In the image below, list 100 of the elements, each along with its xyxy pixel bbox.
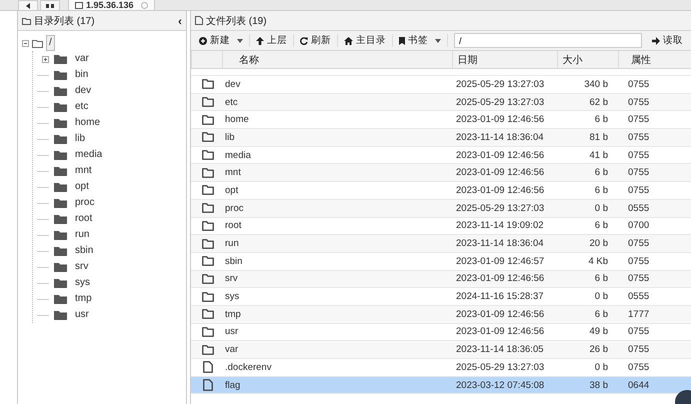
tree-item[interactable]: run	[72, 227, 92, 243]
date-cell-text: 2025-05-29 13:27:03	[455, 78, 546, 90]
date-cell-text: 2025-05-29 13:27:03	[455, 96, 546, 108]
tree-item[interactable]: opt	[72, 179, 92, 195]
permissions-cell-text: 0755	[627, 78, 650, 90]
tree-item[interactable]: sbin	[72, 243, 96, 259]
collapse-button[interactable]: ‹	[178, 14, 182, 26]
caret-icon	[435, 38, 441, 42]
column-header[interactable]: 名称	[222, 51, 452, 68]
permissions-cell-text: 0700	[627, 220, 650, 232]
read-button[interactable]: 读取	[646, 32, 689, 49]
date-cell-text: 2023-01-09 12:46:56	[455, 308, 546, 320]
file-row[interactable]: flag 2023-03-12 07:45:08 38 b 0644	[191, 376, 691, 394]
tree-item[interactable]: mnt	[72, 163, 95, 179]
permissions-cell-text: 0644	[627, 380, 650, 391]
column-header[interactable]: 属性	[618, 51, 691, 68]
file-name: media	[224, 150, 252, 161]
tree-item[interactable]: sys	[72, 275, 93, 291]
toolbar-button[interactable]: 上层	[250, 32, 293, 49]
tree-item[interactable]: dev	[72, 83, 94, 99]
grid-icon[interactable]	[40, 0, 60, 10]
size-cell-text: 20 b	[588, 238, 609, 250]
collapse-toggle-icon[interactable]	[22, 40, 29, 46]
date-cell-text: 2023-01-09 12:46:57	[455, 256, 546, 267]
session-tab[interactable]: 1.95.36.136	[68, 0, 155, 10]
permissions-cell-text: 0755	[627, 114, 650, 126]
file-row[interactable]: .dockerenv 2025-05-29 13:27:03 0 b 0755	[191, 359, 691, 377]
file-row[interactable]: usr 2023-01-09 12:46:56 49 b 0755	[191, 324, 691, 342]
date-cell-text: 2023-01-09 12:46:56	[455, 167, 546, 178]
tree-item[interactable]: media	[72, 147, 106, 163]
size-cell-text: 0 b	[594, 291, 609, 302]
refresh-icon	[300, 36, 308, 44]
file-row[interactable]: dev 2025-05-29 13:27:03 340 b 0755	[191, 76, 691, 94]
tree-item[interactable]: bin	[72, 67, 92, 83]
tree-item[interactable]: usr	[72, 307, 92, 323]
toolbar-button[interactable]: 新建	[193, 32, 249, 49]
caret-icon	[237, 38, 243, 42]
tree-item[interactable]: srv	[72, 259, 92, 275]
plus-circle-icon	[199, 36, 207, 44]
tree-item[interactable]: etc	[72, 99, 92, 115]
size-cell-text: 6 b	[594, 114, 609, 126]
size-cell-text: 0 b	[594, 362, 609, 373]
file-row[interactable]: lib 2023-11-14 18:36:04 81 b 0755	[191, 129, 691, 147]
tree-item[interactable]: tmp	[72, 291, 95, 307]
tree-item[interactable]: home	[72, 115, 104, 131]
date-cell-text: 2023-11-14 19:09:02	[455, 220, 545, 232]
permissions-cell-text: 1777	[627, 308, 650, 320]
column-header[interactable]: 大小	[557, 51, 618, 68]
permissions-cell-text: 0755	[627, 344, 650, 356]
file-row[interactable]: tmp 2023-01-09 12:46:56 6 b 1777	[191, 306, 691, 324]
date-cell-text: 2023-01-09 12:46:56	[455, 184, 546, 196]
date-cell-text: 2023-11-14 18:36:04	[455, 132, 545, 143]
file-icon	[195, 16, 203, 25]
size-cell-text: 6 b	[594, 184, 609, 196]
permissions-cell-text: 0755	[627, 150, 650, 161]
file-row[interactable]: proc 2025-05-29 13:27:03 0 b 0555	[191, 200, 691, 218]
expand-toggle-icon[interactable]	[42, 56, 49, 62]
file-row[interactable]: srv 2023-01-09 12:46:56 6 b 0755	[191, 270, 691, 288]
permissions-cell-text: 0555	[627, 202, 650, 214]
bookmark-icon	[399, 36, 405, 44]
permissions-cell-text: 0555	[627, 291, 650, 302]
tree-item[interactable]: /	[46, 35, 55, 51]
size-cell-text: 6 b	[594, 273, 609, 284]
file-row[interactable]: etc 2025-05-29 13:27:03 62 b 0755	[191, 94, 691, 112]
file-name: var	[224, 344, 240, 356]
tree-item[interactable]: root	[72, 211, 96, 227]
file-icon	[203, 361, 213, 374]
tree-item[interactable]: var	[72, 51, 92, 67]
file-row[interactable]: var 2023-11-14 18:36:05 26 b 0755	[191, 341, 691, 359]
permissions-cell-text: 0755	[627, 362, 650, 373]
size-cell-text: 340 b	[583, 78, 609, 90]
size-cell-text: 49 b	[588, 326, 609, 338]
date-cell-text: 2023-01-09 12:46:56	[455, 326, 546, 338]
file-row[interactable]: run 2023-11-14 18:36:04 20 b 0755	[191, 235, 691, 253]
toolbar-button[interactable]: 刷新	[294, 32, 337, 49]
tree-item[interactable]: lib	[72, 131, 88, 147]
date-cell-text: 2023-01-09 12:46:56	[455, 150, 546, 161]
permissions-cell-text: 0755	[627, 184, 650, 196]
toolbar-button[interactable]: 主目录	[338, 32, 392, 49]
size-cell-text: 4 Kb	[587, 256, 609, 267]
date-cell-text: 2023-11-14 18:36:05	[455, 344, 545, 356]
column-header[interactable]: 日期	[452, 51, 558, 68]
permissions-cell-text: 0755	[627, 238, 650, 250]
file-name: sys	[224, 291, 240, 302]
permissions-cell-text: 0755	[627, 132, 650, 143]
file-row[interactable]: opt 2023-01-09 12:46:56 6 b 0755	[191, 182, 691, 200]
file-name: flag	[224, 380, 242, 391]
date-cell-text: 2023-01-09 12:46:56	[455, 273, 546, 284]
file-name: run	[224, 238, 240, 250]
permissions-cell-text: 0755	[627, 256, 650, 267]
file-name: usr	[224, 326, 240, 338]
tree-item[interactable]: proc	[72, 195, 98, 211]
file-row[interactable]: root 2023-11-14 19:09:02 6 b 0700	[191, 218, 691, 236]
file-name: sbin	[224, 256, 244, 267]
file-name: srv	[224, 273, 239, 284]
size-cell-text: 41 b	[588, 150, 609, 161]
toolbar-button[interactable]: 书签	[393, 32, 447, 49]
path-field[interactable]: /	[454, 33, 642, 48]
size-cell-text: 0 b	[594, 202, 609, 214]
file-row[interactable]: mnt 2023-01-09 12:46:56 6 b 0755	[191, 164, 691, 182]
